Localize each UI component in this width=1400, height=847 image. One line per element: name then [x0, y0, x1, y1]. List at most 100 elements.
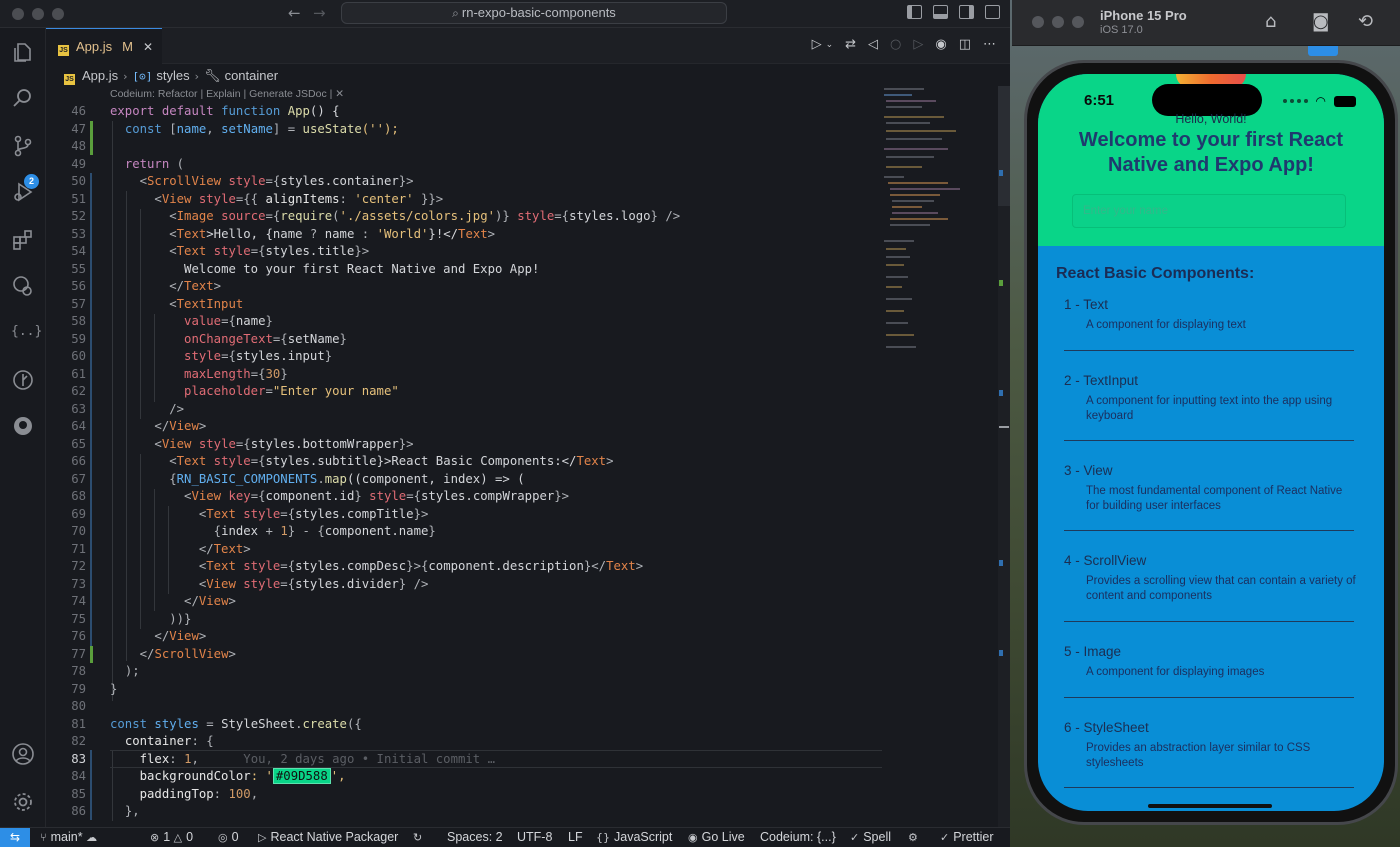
home-indicator[interactable] [1148, 804, 1272, 808]
double-check-icon: ✓ [940, 831, 950, 844]
code-line-63: /> [169, 401, 185, 416]
line-number: 48 [71, 139, 86, 153]
toggle-secondary-sidebar-icon[interactable] [959, 5, 974, 19]
line-number: 86 [71, 804, 86, 818]
git-graph-icon[interactable] [11, 368, 35, 392]
components-subtitle: React Basic Components: [1056, 265, 1255, 282]
branch-indicator[interactable]: ⑂ main* ☁ [40, 830, 101, 844]
go-live-button[interactable]: ◉ Go Live [688, 830, 745, 844]
tab-app-js[interactable]: JS App.js M ✕ [46, 28, 162, 64]
line-number: 51 [71, 191, 86, 206]
divider [1064, 621, 1354, 622]
minimap[interactable] [882, 86, 998, 356]
prettier-status[interactable]: ✓ Prettier [940, 830, 994, 844]
command-center-search[interactable]: ⌕ rn-expo-basic-components [341, 2, 727, 24]
settings-gear-icon[interactable]: ⚙ [908, 830, 922, 844]
react-native-packager[interactable]: ▷ React Native Packager [258, 830, 398, 844]
extensions-icon[interactable] [11, 228, 35, 252]
line-number: 46 [71, 104, 86, 118]
previous-change-icon[interactable]: ◁ [868, 37, 878, 53]
code-line-51: <View style={{ alignItems: 'center' }}> [154, 191, 444, 206]
ios-simulator: iPhone 15 Pro iOS 17.0 ⌂ ◙ ⟲ 6:51 ◠ Hell… [1010, 0, 1400, 847]
compare-changes-icon[interactable]: ⇄ [845, 37, 856, 53]
sync-cloud-icon[interactable]: ☁ [86, 831, 97, 844]
timeline-icon[interactable]: ◉ [935, 37, 946, 53]
layout-controls [907, 5, 1000, 19]
close-window-button[interactable] [12, 8, 24, 20]
toggle-sidebar-icon[interactable] [907, 5, 922, 19]
language-mode-selector[interactable]: {} JavaScript [596, 830, 672, 844]
wifi-icon: ◠ [1315, 94, 1326, 108]
line-number: 61 [71, 366, 86, 381]
run-debug-icon[interactable] [11, 180, 35, 204]
search-icon[interactable] [11, 86, 35, 110]
minimize-window-button[interactable] [32, 8, 44, 20]
codeium-status[interactable]: Codeium: {...} [760, 830, 836, 844]
eol-selector[interactable]: LF [568, 830, 583, 844]
back-arrow-icon[interactable]: ← [288, 4, 301, 22]
code-line-50: <ScrollView style={styles.container}> [139, 174, 414, 188]
ports-indicator[interactable]: ◎ 0 [218, 830, 239, 844]
minimize-window-button[interactable] [1052, 16, 1064, 28]
list-item: 5 - Image A component for displaying ima… [1064, 644, 1354, 680]
code-line-73: <View style={styles.divider} /> [198, 576, 429, 591]
codeium-codelens[interactable]: Codeium: Refactor | Explain | Generate J… [110, 88, 344, 100]
scrollbar-marker [999, 560, 1003, 566]
code-line-75: ))} [169, 611, 192, 626]
zoom-window-button[interactable] [1072, 16, 1084, 28]
breadcrumb-symbol-container[interactable]: container [225, 68, 278, 83]
next-change-icon[interactable]: ○ [890, 37, 901, 53]
encoding-selector[interactable]: UTF-8 [517, 830, 552, 844]
home-icon[interactable]: ⌂ [1265, 11, 1276, 32]
component-description: A component for displaying images [1086, 666, 1265, 678]
close-window-button[interactable] [1032, 16, 1044, 28]
app-screen[interactable]: 6:51 ◠ Hello, World! Welcome to your fir… [1038, 74, 1384, 811]
property-icon: 🔧︎ [204, 69, 221, 84]
zoom-window-button[interactable] [52, 8, 64, 20]
code-line-86: }, [124, 804, 140, 818]
remote-explorer-icon[interactable] [11, 274, 35, 298]
list-item: 4 - ScrollView Provides a scrolling view… [1064, 553, 1356, 604]
toggle-panel-icon[interactable] [933, 5, 948, 19]
more-actions-icon[interactable]: ⋯ [983, 37, 996, 53]
editor-actions: ▷ ⌄ ⇄ ◁ ○ ▷ ◉ ◫ ⋯ [812, 37, 996, 53]
code-line-83: flex: 1, You, 2 days ago • Initial commi… [139, 751, 496, 766]
indentation-selector[interactable]: Spaces: 2 [447, 830, 503, 844]
line-number: 74 [71, 594, 86, 608]
github-icon[interactable] [11, 414, 35, 438]
code-line-62: placeholder="Enter your name" [184, 384, 399, 398]
open-changes-icon[interactable]: ▷ [913, 37, 923, 53]
breadcrumb-file[interactable]: App.js [82, 68, 118, 83]
explorer-icon[interactable] [11, 40, 35, 64]
line-number: 68 [71, 489, 86, 503]
code-line-77: </ScrollView> [139, 646, 236, 661]
code-line-58: value={name} [184, 314, 273, 328]
name-input[interactable]: Enter your name [1072, 194, 1346, 228]
chevron-down-icon[interactable]: ⌄ [826, 37, 834, 53]
remote-indicator-icon[interactable]: ⇆ [0, 828, 30, 847]
code-line-67: {RN_BASIC_COMPONENTS.map((component, ind… [169, 471, 525, 486]
breadcrumb-symbol-styles[interactable]: styles [156, 68, 189, 83]
line-number: 72 [71, 559, 86, 573]
code-editor[interactable]: Codeium: Refactor | Explain | Generate J… [46, 86, 882, 827]
account-icon[interactable] [11, 742, 35, 766]
source-control-icon[interactable] [11, 134, 35, 158]
close-tab-icon[interactable]: ✕ [143, 40, 153, 54]
line-number: 83 [71, 751, 86, 766]
scrollbar-thumb[interactable] [998, 86, 1010, 206]
run-icon[interactable]: ▷ [812, 37, 822, 53]
customize-layout-icon[interactable] [985, 5, 1000, 19]
line-number: 75 [71, 611, 86, 626]
problems-indicator[interactable]: ⊗ 1 △ 0 [150, 830, 193, 844]
forward-arrow-icon[interactable]: → [313, 4, 326, 22]
scrollbar-marker [999, 390, 1003, 396]
divider [1064, 350, 1354, 351]
variable-icon: [⊙] [132, 70, 153, 83]
split-editor-icon[interactable]: ◫ [959, 37, 971, 53]
json-tools-icon[interactable]: {..} [11, 320, 42, 344]
rotate-icon[interactable]: ⟲ [1358, 11, 1373, 32]
refresh-icon[interactable]: ↻ [413, 830, 426, 844]
screenshot-camera-icon[interactable]: ◙ [1312, 11, 1329, 32]
spell-checker[interactable]: ✓ Spell [850, 830, 891, 844]
settings-gear-icon[interactable] [11, 790, 35, 814]
